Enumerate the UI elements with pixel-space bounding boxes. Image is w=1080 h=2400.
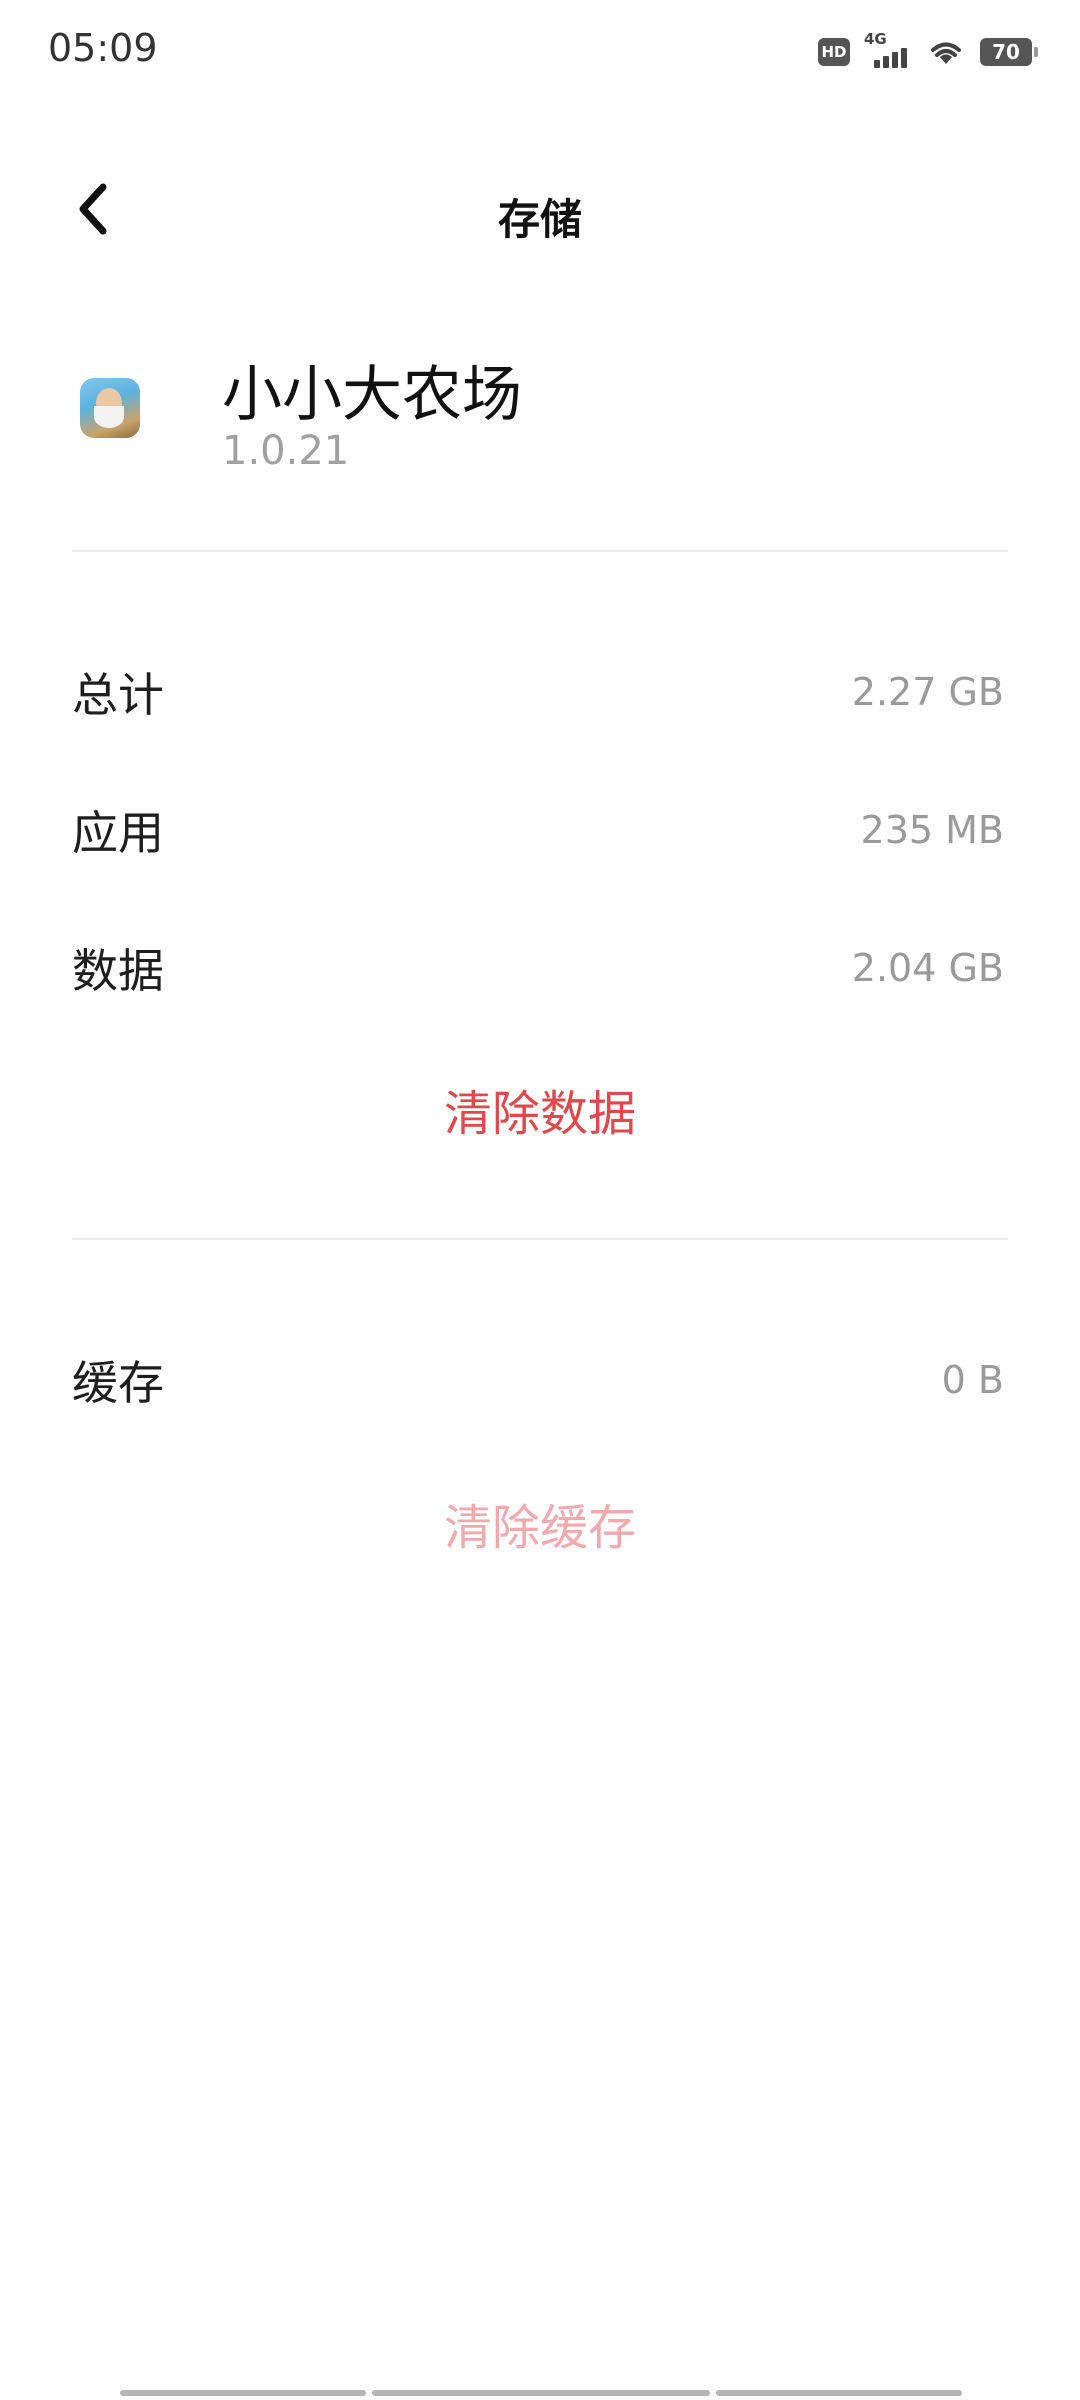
- status-icons: HD 4G 70: [818, 30, 1038, 74]
- status-bar: 05:09 HD 4G 70: [0, 0, 1080, 100]
- cache-row: 缓存 0 B: [72, 1340, 1008, 1420]
- gesture-bar: [716, 2390, 962, 2396]
- status-time: 05:09: [48, 26, 158, 70]
- storage-row-total: 总计 2.27 GB: [72, 652, 1008, 732]
- row-label: 应用: [72, 806, 164, 860]
- divider: [72, 550, 1008, 552]
- app-header: 小小大农场 1.0.21: [0, 340, 1080, 490]
- app-version: 1.0.21: [222, 428, 350, 474]
- clear-cache-button: 清除缓存: [443, 1500, 636, 1556]
- storage-row-data: 数据 2.04 GB: [72, 928, 1008, 1008]
- row-label: 总计: [72, 668, 164, 722]
- battery-icon: 70: [980, 38, 1038, 66]
- row-value: 2.27 GB: [851, 670, 1004, 714]
- hd-icon: HD: [818, 38, 850, 66]
- clear-data-button[interactable]: 清除数据: [0, 1074, 1080, 1144]
- battery-level: 70: [992, 40, 1020, 64]
- title-bar: 存储: [0, 150, 1080, 270]
- gesture-bar: [120, 2390, 366, 2396]
- app-name: 小小大农场: [222, 360, 522, 430]
- divider: [72, 1238, 1008, 1240]
- cellular-signal-icon: 4G: [864, 30, 912, 72]
- wifi-icon: [931, 42, 961, 64]
- row-label: 缓存: [72, 1356, 164, 1410]
- page-title: 存储: [497, 195, 582, 244]
- row-value: 0 B: [941, 1358, 1004, 1402]
- network-type-label: 4G: [864, 30, 887, 48]
- gesture-bar: [372, 2390, 710, 2396]
- app-icon: [80, 378, 140, 438]
- row-value: 2.04 GB: [851, 946, 1004, 990]
- row-value: 235 MB: [860, 808, 1004, 852]
- storage-row-app: 应用 235 MB: [72, 790, 1008, 870]
- row-label: 数据: [72, 944, 164, 998]
